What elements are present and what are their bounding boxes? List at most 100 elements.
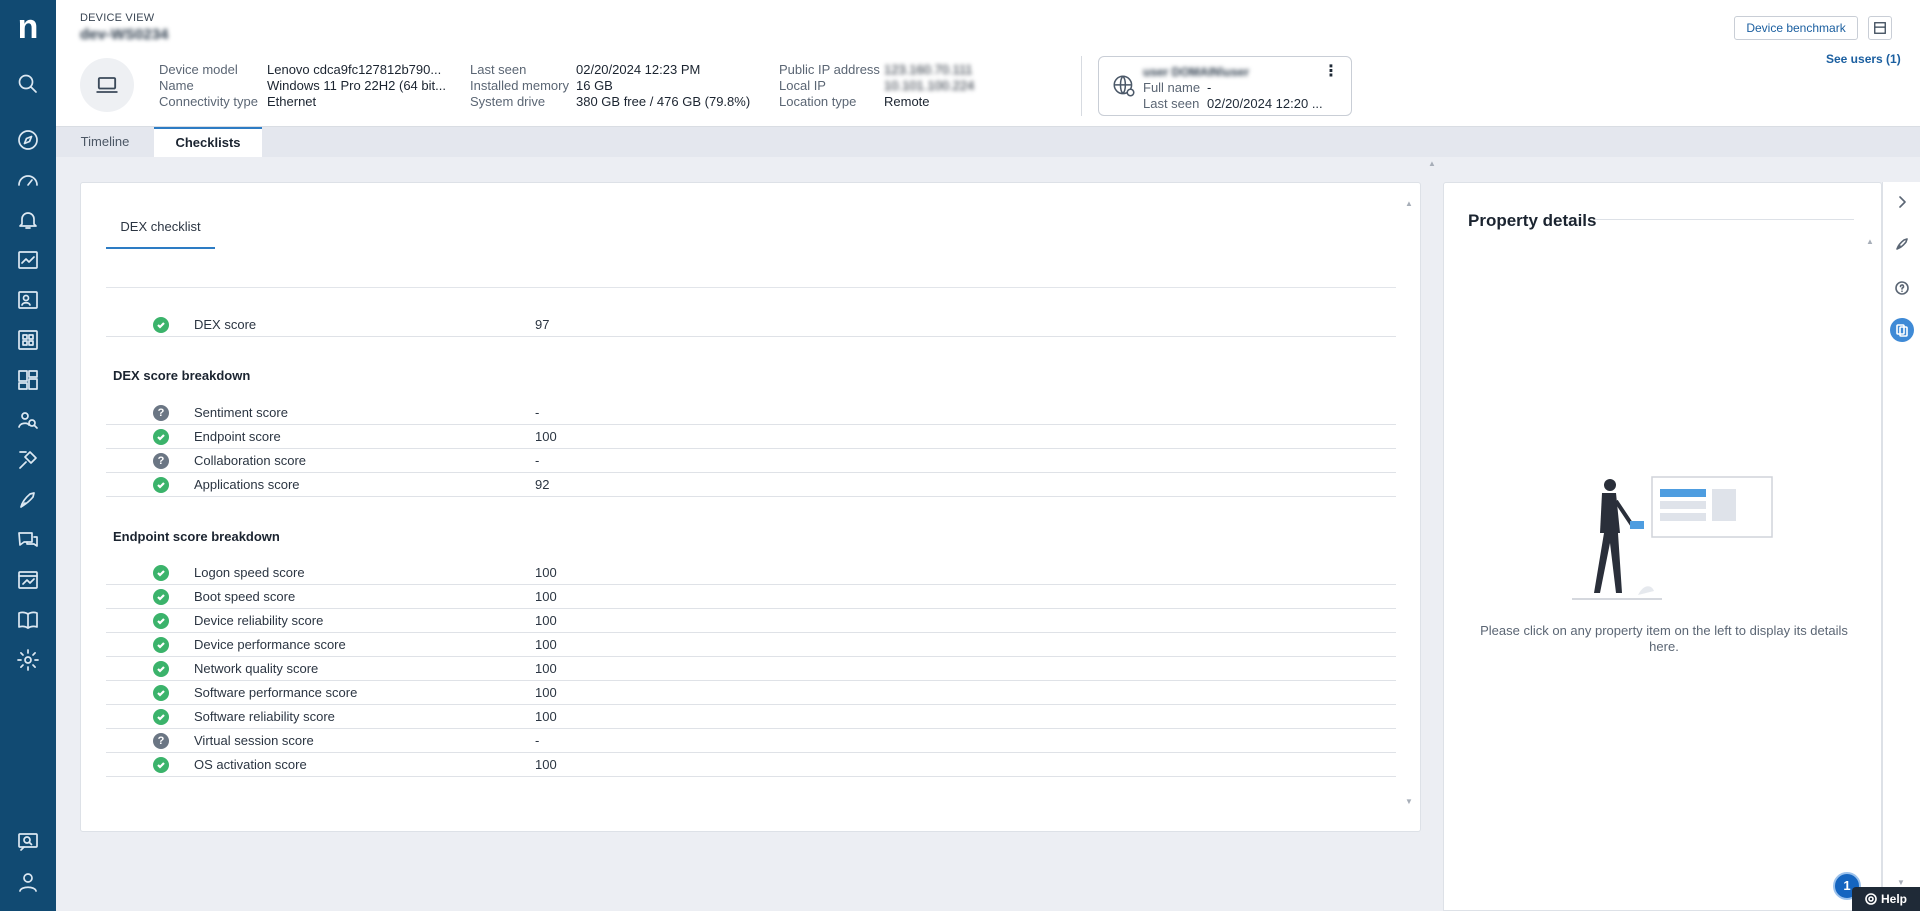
checklist-row-sentiment[interactable]: ? Sentiment score - [106, 401, 1396, 425]
people-icon[interactable] [16, 288, 40, 312]
row-name: Sentiment score [194, 405, 288, 420]
last-seen-label: Last seen [470, 62, 527, 77]
search-chat-icon[interactable] [16, 830, 40, 854]
user-icon[interactable] [16, 870, 40, 894]
compass-icon[interactable] [16, 128, 40, 152]
card-scroll-up[interactable]: ▲ [1405, 199, 1413, 208]
local-ip-value[interactable]: 10.101.100.224 [884, 78, 974, 94]
property-details-panel: Property details ▲ Please click on any p… [1443, 182, 1882, 911]
property-details-message: Please click on any property item on the… [1480, 623, 1848, 654]
tab-dex-checklist[interactable]: DEX checklist [106, 217, 215, 249]
bell-icon[interactable] [16, 208, 40, 232]
help-button[interactable]: Help [1852, 887, 1920, 911]
remote-action-icon[interactable] [16, 448, 40, 472]
chart-icon[interactable] [16, 248, 40, 272]
location-type-value[interactable]: Remote [884, 94, 930, 110]
row-value: 100 [535, 757, 557, 772]
checklist-row-boot-speed[interactable]: Boot speed score 100 [106, 585, 1396, 609]
gear-icon[interactable] [16, 648, 40, 672]
chevron-right-icon[interactable] [1892, 192, 1912, 212]
connectivity-value[interactable]: Ethernet [267, 94, 447, 110]
installed-memory-label: Installed memory [470, 78, 569, 93]
row-name: OS activation score [194, 757, 307, 772]
full-name-value: - [1207, 80, 1212, 95]
local-ip-label: Local IP [779, 78, 826, 93]
app-logo[interactable]: n [14, 10, 42, 44]
check-icon [153, 589, 169, 605]
checklist-row-device-performance[interactable]: Device performance score 100 [106, 633, 1396, 657]
device-benchmark-button[interactable]: Device benchmark [1734, 16, 1858, 40]
last-seen-value[interactable]: 02/20/2024 12:23 PM [576, 62, 700, 78]
report-icon[interactable] [16, 568, 40, 592]
system-drive-value[interactable]: 380 GB free / 476 GB (79.8%) [576, 94, 750, 110]
question-icon: ? [153, 405, 169, 421]
row-name: Software performance score [194, 685, 358, 700]
row-name: Device reliability score [194, 613, 324, 628]
checklist-row-virtual-session[interactable]: ? Virtual session score - [106, 729, 1396, 753]
question-circle-icon[interactable] [1892, 278, 1912, 298]
rocket-icon[interactable] [1892, 234, 1912, 254]
row-value: 100 [535, 661, 557, 676]
check-icon [153, 477, 169, 493]
help-icon [1865, 893, 1877, 905]
name-value[interactable]: Windows 11 Pro 22H2 (64 bit... [267, 78, 447, 94]
book-icon[interactable] [16, 608, 40, 632]
connectivity-label: Connectivity type [159, 94, 258, 109]
user-card[interactable]: user DOMAIN\user ⋮ Full name - Last seen 0… [1098, 56, 1352, 116]
user-last-seen-value: 02/20/2024 12:20 ... [1207, 96, 1323, 111]
row-value: 100 [535, 709, 557, 724]
layout-toggle-button[interactable] [1868, 16, 1892, 40]
laptop-icon [80, 58, 134, 112]
rail-scroll-down[interactable]: ▼ [1897, 878, 1905, 887]
checklist-row-applications[interactable]: Applications score 92 [106, 473, 1396, 497]
row-name: Collaboration score [194, 453, 307, 468]
checklist-row-device-reliability[interactable]: Device reliability score 100 [106, 609, 1396, 633]
rocket-icon[interactable] [16, 488, 40, 512]
scroll-up-arrow[interactable]: ▲ [1428, 159, 1436, 168]
row-name: Software reliability score [194, 709, 335, 724]
card-scroll-down[interactable]: ▼ [1405, 797, 1413, 806]
row-value: 97 [535, 317, 550, 332]
property-details-icon[interactable] [1890, 318, 1914, 342]
user-menu-icon[interactable]: ⋮ [1323, 64, 1339, 80]
row-value: 100 [535, 637, 557, 652]
checklist-row-software-reliability[interactable]: Software reliability score 100 [106, 705, 1396, 729]
check-icon [153, 757, 169, 773]
row-name: Endpoint score [194, 429, 281, 444]
user-last-seen-label: Last seen [1143, 96, 1200, 111]
panel-scroll-up[interactable]: ▲ [1866, 237, 1874, 246]
system-drive-label: System drive [470, 94, 546, 109]
main-tabs: Timeline Checklists [56, 127, 1920, 157]
checklist-row-network-quality[interactable]: Network quality score 100 [106, 657, 1396, 681]
check-icon [153, 429, 169, 445]
device-model-label: Device model [159, 62, 238, 77]
tab-timeline[interactable]: Timeline [56, 127, 154, 157]
checklist-row-os-activation[interactable]: OS activation score 100 [106, 753, 1396, 777]
globe-user-icon [1111, 73, 1137, 99]
tab-checklists[interactable]: Checklists [154, 127, 262, 157]
gauge-icon[interactable] [16, 168, 40, 192]
installed-memory-value[interactable]: 16 GB [576, 78, 613, 94]
row-name: Applications score [194, 477, 300, 492]
checklist-row-logon-speed[interactable]: Logon speed score 100 [106, 561, 1396, 585]
chat-icon[interactable] [16, 528, 40, 552]
investigate-icon[interactable] [16, 408, 40, 432]
device-model-value[interactable]: Lenovo cdca9fc127812b790... [267, 62, 447, 78]
section-title-dex-breakdown: DEX score breakdown [113, 368, 251, 383]
row-name: Device performance score [194, 637, 346, 652]
checklist-row-collaboration[interactable]: ? Collaboration score - [106, 449, 1396, 473]
divider [106, 287, 1396, 288]
apps-icon[interactable] [16, 328, 40, 352]
see-users-link[interactable]: See users (1) [1826, 52, 1901, 66]
title-rule [1596, 219, 1854, 220]
dashboard-icon[interactable] [16, 368, 40, 392]
row-name: Boot speed score [194, 589, 296, 604]
checklist-row-software-performance[interactable]: Software performance score 100 [106, 681, 1396, 705]
checklist-row-dex-score[interactable]: DEX score 97 [106, 313, 1396, 337]
checklist-row-endpoint[interactable]: Endpoint score 100 [106, 425, 1396, 449]
device-name: dev-WS0234 [80, 26, 169, 43]
username: user DOMAIN\user [1143, 65, 1250, 79]
public-ip-value[interactable]: 123.160.70.111 [884, 62, 972, 78]
search-icon[interactable] [16, 72, 40, 96]
question-icon: ? [153, 453, 169, 469]
